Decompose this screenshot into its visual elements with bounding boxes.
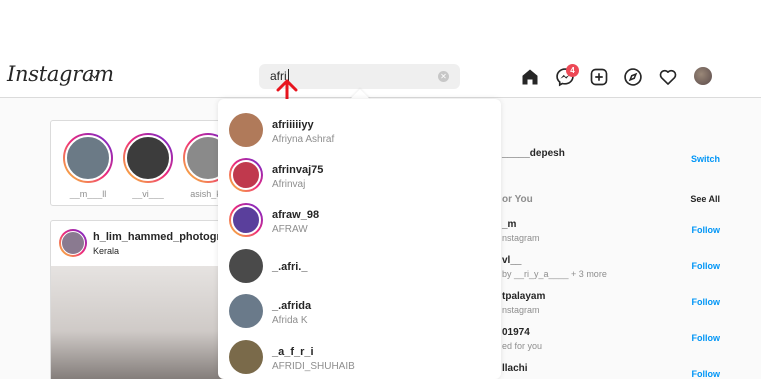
result-avatar: [229, 340, 263, 374]
explore-compass-icon[interactable]: [623, 67, 643, 87]
result-username: afraw_98: [272, 209, 320, 221]
follow-button[interactable]: Follow: [692, 297, 721, 307]
result-fullname: AFRAW: [272, 224, 308, 235]
search-result-item[interactable]: _.afri._: [218, 244, 501, 288]
follow-button[interactable]: Follow: [692, 369, 721, 379]
result-username: _.afrida: [272, 300, 312, 312]
result-username: afriiiiiyy: [272, 119, 314, 131]
suggestion-subtitle: nstagram: [502, 233, 540, 243]
suggestion-username[interactable]: tpalayam: [502, 291, 545, 302]
result-fullname: AFRIDI_SHUHAIB: [272, 361, 355, 372]
suggestion-username[interactable]: llachi: [502, 363, 528, 374]
result-avatar: [229, 249, 263, 283]
follow-button[interactable]: Follow: [692, 333, 721, 343]
suggestion-username[interactable]: 01974: [502, 327, 530, 338]
search-result-item[interactable]: afraw_98 AFRAW: [218, 198, 501, 242]
result-username: afrinvaj75: [272, 164, 324, 176]
result-fullname: Afrida K: [272, 315, 308, 326]
follow-button[interactable]: Follow: [692, 261, 721, 271]
story-username: __m___ll: [69, 189, 107, 199]
search-result-item[interactable]: afrinvaj75 Afrinvaj: [218, 153, 501, 197]
top-navigation-bar: Instagram afri ✕ 4: [0, 0, 761, 98]
current-username[interactable]: _____depesh: [502, 148, 565, 159]
post-location[interactable]: Kerala: [93, 246, 119, 256]
profile-avatar[interactable]: [694, 67, 712, 85]
follow-button[interactable]: Follow: [692, 225, 721, 235]
post-author-avatar[interactable]: [59, 229, 87, 257]
clear-search-icon[interactable]: ✕: [438, 71, 449, 82]
story-avatar[interactable]: [123, 133, 173, 183]
result-avatar: [229, 203, 263, 237]
new-post-icon[interactable]: [589, 67, 609, 87]
result-avatar: [229, 113, 263, 147]
search-result-item[interactable]: _a_f_r_i AFRIDI_SHUHAIB: [218, 335, 501, 379]
result-fullname: Afrinvaj: [272, 179, 306, 190]
home-icon[interactable]: [520, 67, 540, 87]
result-avatar: [229, 294, 263, 328]
suggestion-username[interactable]: _m: [502, 219, 516, 230]
suggestion-subtitle: by __ri_y_a____ + 3 more: [502, 269, 607, 279]
result-username: _a_f_r_i: [272, 346, 314, 358]
suggestions-heading: or You: [502, 194, 533, 205]
switch-account-link[interactable]: Switch: [691, 154, 720, 164]
search-result-item[interactable]: _.afrida Afrida K: [218, 289, 501, 333]
see-all-link[interactable]: See All: [690, 194, 720, 204]
suggestion-username[interactable]: vl__: [502, 255, 521, 266]
result-fullname: Afriyna Ashraf: [272, 134, 335, 145]
search-results-dropdown: afriiiiiyy Afriyna Ashraf afrinvaj75 Afr…: [218, 99, 501, 379]
activity-heart-icon[interactable]: [658, 67, 678, 87]
suggestion-subtitle: ed for you: [502, 341, 543, 351]
post-username[interactable]: h_lim_hammed_photogr: [93, 231, 221, 243]
suggestion-subtitle: nstagram: [502, 305, 540, 315]
notification-badge: 4: [566, 64, 579, 77]
story-avatar[interactable]: [63, 133, 113, 183]
story-username: __vi___: [132, 189, 164, 199]
search-result-item[interactable]: afriiiiiyy Afriyna Ashraf: [218, 108, 501, 152]
result-username: _.afri._: [272, 261, 308, 273]
result-avatar: [229, 158, 263, 192]
